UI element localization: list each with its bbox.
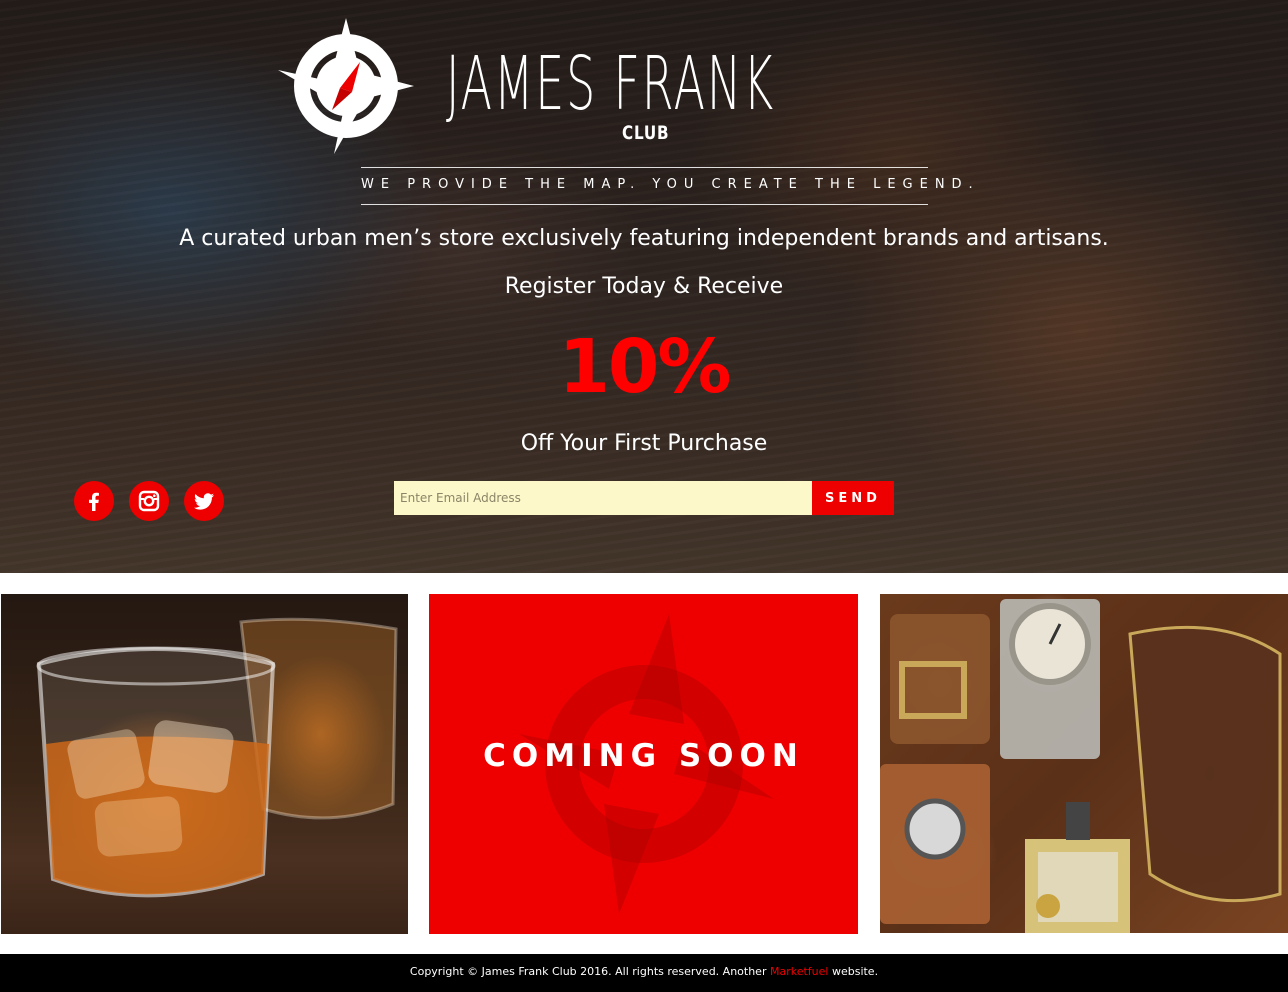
twitter-icon	[194, 493, 214, 510]
marketfuel-link[interactable]: Marketfuel	[770, 965, 828, 978]
accessories-illustration	[880, 599, 1282, 933]
instagram-icon	[138, 490, 160, 512]
facebook-icon	[89, 492, 99, 511]
store-description: A curated urban men’s store exclusively …	[179, 226, 1109, 251]
send-button[interactable]: SEND	[812, 481, 894, 515]
footer: Copyright © James Frank Club 2016. All r…	[0, 954, 1288, 992]
brand-name: JAMES FRANK	[446, 41, 776, 127]
instagram-button[interactable]	[129, 481, 169, 521]
compass-logo-icon	[278, 18, 414, 154]
coming-soon-tile[interactable]: COMING SOON	[429, 594, 858, 934]
email-input[interactable]	[394, 481, 812, 515]
tagline-top-rule	[361, 167, 928, 168]
twitter-button[interactable]	[184, 481, 224, 521]
facebook-button[interactable]	[74, 481, 114, 521]
hero-section: JAMES FRANK CLUB WE PROVIDE THE MAP. YOU…	[0, 0, 1288, 573]
mens-accessories-image	[880, 594, 1288, 933]
tagline: WE PROVIDE THE MAP. YOU CREATE THE LEGEN…	[361, 177, 980, 192]
register-prompt: Register Today & Receive	[504, 274, 784, 299]
discount-description: Off Your First Purchase	[520, 431, 768, 456]
whiskey-glass-illustration	[36, 617, 398, 898]
discount-amount: 10%	[558, 324, 731, 410]
coming-soon-label: COMING SOON	[483, 738, 804, 774]
footer-suffix: website.	[828, 965, 879, 978]
footer-copyright: Copyright © James Frank Club 2016. All r…	[409, 965, 770, 978]
tagline-bottom-rule	[361, 204, 928, 205]
whiskey-glass-image	[1, 594, 408, 934]
brand-subtitle: CLUB	[622, 122, 670, 144]
